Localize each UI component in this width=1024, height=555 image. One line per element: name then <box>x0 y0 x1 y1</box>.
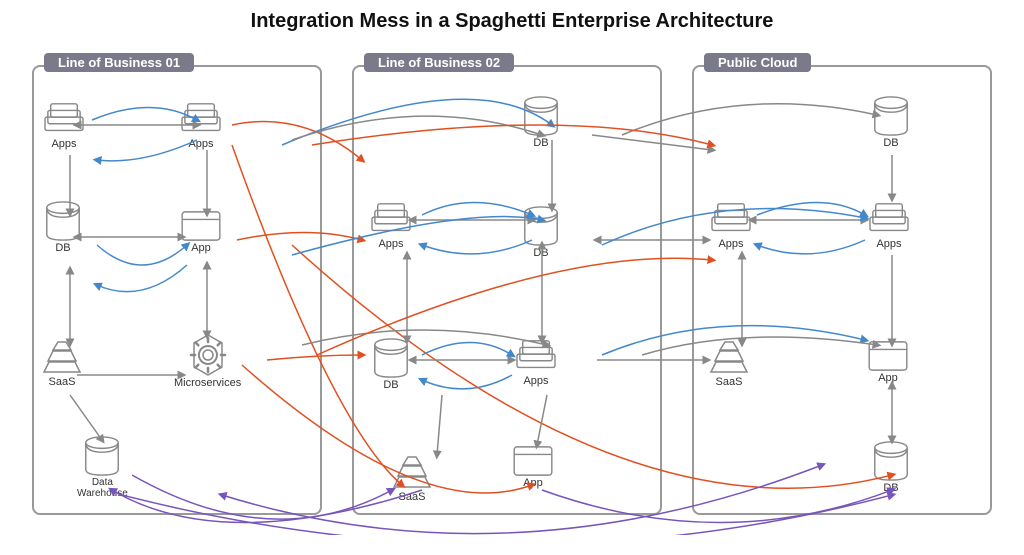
cloud-app1: App <box>867 340 909 384</box>
cloud-apps2: Apps <box>865 200 913 250</box>
lob2-db3: DB <box>372 337 410 391</box>
cloud-box: Public Cloud <box>692 65 992 515</box>
lob1-microservices: Microservices <box>174 333 241 389</box>
lob1-apps1: Apps <box>40 100 88 150</box>
lob2-saas: SaaS <box>390 455 434 503</box>
cloud-db1: DB <box>872 95 910 149</box>
lob1-datawarehouse: DataWarehouse <box>77 435 128 499</box>
lob1-db1: DB <box>44 200 82 254</box>
lob2-label: Line of Business 02 <box>364 53 514 72</box>
lob2-box: Line of Business 02 <box>352 65 662 515</box>
lob2-apps2: Apps <box>512 337 560 387</box>
lob1-saas: SaaS <box>40 340 84 388</box>
diagram-area: Line of Business 01 Line of Business 02 … <box>22 45 1002 535</box>
page-title: Integration Mess in a Spaghetti Enterpri… <box>20 10 1004 33</box>
main-container: Integration Mess in a Spaghetti Enterpri… <box>0 0 1024 555</box>
cloud-apps1: Apps <box>707 200 755 250</box>
lob2-app1: App <box>512 445 554 489</box>
lob1-apps2: Apps <box>177 100 225 150</box>
cloud-label: Public Cloud <box>704 53 811 72</box>
lob1-app1: App <box>180 210 222 254</box>
lob2-db2: DB <box>522 205 560 259</box>
lob2-apps1: Apps <box>367 200 415 250</box>
cloud-saas: SaaS <box>707 340 751 388</box>
cloud-db2: DB <box>872 440 910 494</box>
lob2-db1-top: DB <box>522 95 560 149</box>
lob1-label: Line of Business 01 <box>44 53 194 72</box>
